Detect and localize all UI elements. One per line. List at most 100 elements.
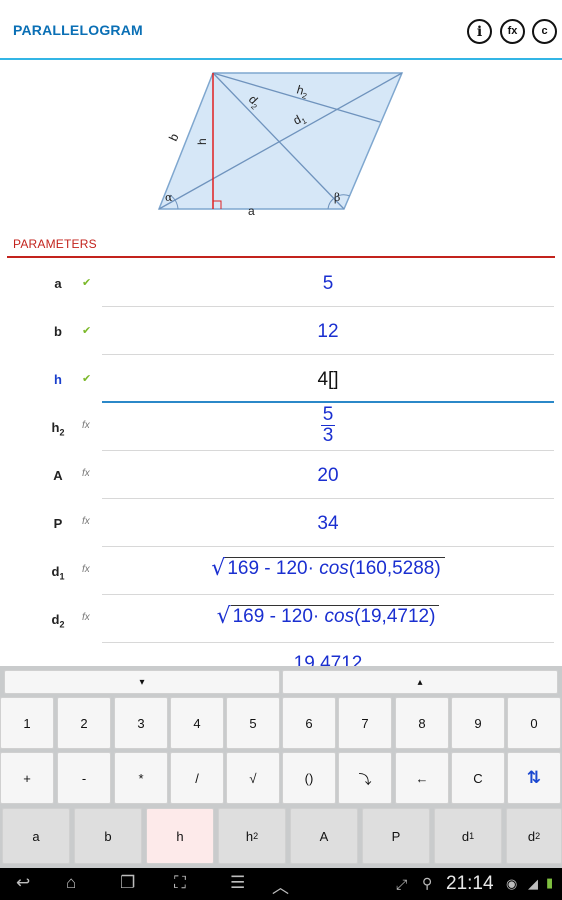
expand-icon: ⤢ [396, 876, 408, 892]
digit-key[interactable]: 6 [282, 697, 336, 749]
param-row-d2[interactable]: d2 fx √ 169 - 120· cos(19,4712) [0, 595, 562, 643]
parameters-divider [7, 256, 555, 258]
label-a: a [248, 204, 255, 218]
system-nav-bar: ↩ ⌂ ❐ ⛶ ☰ ︿ ⤢ ⚲ 21:14 ◉ ◢ ▮ [0, 868, 562, 900]
digit-key[interactable]: 3 [114, 697, 168, 749]
fx-icon: fx [82, 564, 90, 575]
param-label: d1 [51, 564, 65, 582]
plus-key[interactable]: + [0, 752, 54, 804]
var-key-a[interactable]: a [2, 808, 70, 864]
enter-key[interactable]: ⤵ [338, 752, 392, 804]
param-label: d2 [51, 612, 65, 630]
backspace-key[interactable]: ← [395, 752, 449, 804]
info-icon: i [476, 23, 483, 40]
param-value[interactable]: √ 169 - 120· cos(160,5288) [102, 557, 554, 581]
signal-icon: ◢ [528, 876, 538, 891]
copy-button[interactable]: c [532, 19, 557, 44]
digit-key[interactable]: 9 [451, 697, 505, 749]
param-row-a[interactable]: a ✔ 5 [0, 259, 562, 307]
param-value[interactable]: 20 [102, 465, 554, 487]
fx-icon: fx [507, 25, 518, 37]
label-h: h [195, 138, 209, 145]
sqrt-expression: √ 169 - 120· cos(160,5288) [211, 556, 445, 581]
param-row-h2[interactable]: h2 fx 5 3 [0, 403, 562, 451]
fx-icon: fx [82, 516, 90, 527]
menu-icon[interactable]: ☰ [230, 873, 245, 893]
parentheses-key[interactable]: () [282, 752, 336, 804]
label-beta: β [334, 191, 340, 204]
param-row-area[interactable]: A fx 20 [0, 451, 562, 499]
eye-icon: ◉ [506, 876, 518, 891]
divide-key[interactable]: / [170, 752, 224, 804]
home-icon[interactable]: ⌂ [66, 873, 76, 893]
battery-icon: ▮ [546, 875, 554, 890]
var-key-d1[interactable]: d1 [434, 808, 502, 864]
clock: 21:14 [446, 873, 494, 894]
screenshot-icon[interactable]: ⛶ [174, 873, 186, 893]
label-b: b [166, 131, 182, 143]
app-title: PARALLELOGRAM [13, 22, 143, 38]
fraction: 5 3 [320, 404, 336, 446]
param-value[interactable]: 5 [102, 273, 554, 295]
sqrt-icon: √ [216, 604, 231, 629]
fx-icon: fx [82, 420, 90, 431]
var-key-d2[interactable]: d2 [506, 808, 562, 864]
param-row-partial[interactable]: 19,4712 [0, 643, 562, 666]
expand-up-key[interactable]: ▴ [282, 670, 558, 694]
digit-key[interactable]: 0 [507, 697, 561, 749]
sqrt-icon: √ [211, 556, 226, 581]
param-row-d1[interactable]: d1 fx √ 169 - 120· cos(160,5288) [0, 547, 562, 595]
param-value[interactable]: 34 [102, 513, 554, 535]
param-label: h2 [51, 420, 65, 438]
digit-key[interactable]: 5 [226, 697, 280, 749]
parameters-header: PARAMETERS [13, 237, 97, 251]
param-value[interactable]: 12 [102, 321, 554, 343]
clear-key[interactable]: C [451, 752, 505, 804]
sqrt-expression: √ 169 - 120· cos(19,4712) [217, 605, 440, 628]
param-label: b [54, 324, 62, 339]
digit-key[interactable]: 7 [338, 697, 392, 749]
param-value[interactable]: √ 169 - 120· cos(19,4712) [102, 605, 554, 629]
param-value-editing[interactable]: 4[] [102, 369, 554, 391]
param-label: P [53, 516, 63, 531]
parallelogram-diagram: a b h h2 d1 d2 α β [157, 72, 404, 218]
digit-key[interactable]: 8 [395, 697, 449, 749]
digit-key[interactable]: 4 [170, 697, 224, 749]
sqrt-key[interactable]: √ [226, 752, 280, 804]
param-value[interactable]: 5 3 [102, 405, 554, 447]
var-key-h2[interactable]: h2 [218, 808, 286, 864]
fx-icon: fx [82, 612, 90, 623]
var-key-area[interactable]: A [290, 808, 358, 864]
formulas-button[interactable]: fx [500, 19, 525, 44]
label-alpha: α [165, 191, 173, 204]
var-key-perimeter[interactable]: P [362, 808, 430, 864]
recent-apps-icon[interactable]: ❐ [120, 873, 135, 893]
usb-icon: ⚲ [422, 875, 433, 891]
minus-key[interactable]: - [57, 752, 111, 804]
var-key-h[interactable]: h [146, 808, 214, 864]
param-label: a [54, 276, 62, 291]
fx-icon: fx [82, 468, 90, 479]
digit-key[interactable]: 2 [57, 697, 111, 749]
back-icon[interactable]: ↩ [16, 873, 30, 893]
check-icon: ✔ [82, 277, 92, 289]
action-bar: PARALLELOGRAM i fx c [0, 0, 562, 60]
copyright-icon: c [541, 25, 548, 37]
math-keyboard: ▾ ▴ 1 2 3 4 5 6 7 8 9 0 + - * / √ () ⤵ ←… [0, 666, 562, 868]
var-key-b[interactable]: b [74, 808, 142, 864]
collapse-down-key[interactable]: ▾ [4, 670, 280, 694]
param-row-perimeter[interactable]: P fx 34 [0, 499, 562, 547]
multiply-key[interactable]: * [114, 752, 168, 804]
info-button[interactable]: i [467, 19, 492, 44]
check-icon: ✔ [82, 373, 92, 385]
param-label: A [53, 468, 63, 483]
param-value[interactable]: 19,4712 [102, 653, 554, 666]
param-label: h [54, 372, 62, 387]
param-row-b[interactable]: b ✔ 12 [0, 307, 562, 355]
app-root: PARALLELOGRAM i fx c a b h h2 d1 d2 α β … [0, 0, 562, 900]
check-icon: ✔ [82, 325, 92, 337]
swap-icon[interactable]: ⇅ [507, 752, 561, 804]
digit-key[interactable]: 1 [0, 697, 54, 749]
param-row-h[interactable]: h ✔ 4[] [0, 355, 562, 403]
chevron-up-icon[interactable]: ︿ [272, 873, 289, 898]
